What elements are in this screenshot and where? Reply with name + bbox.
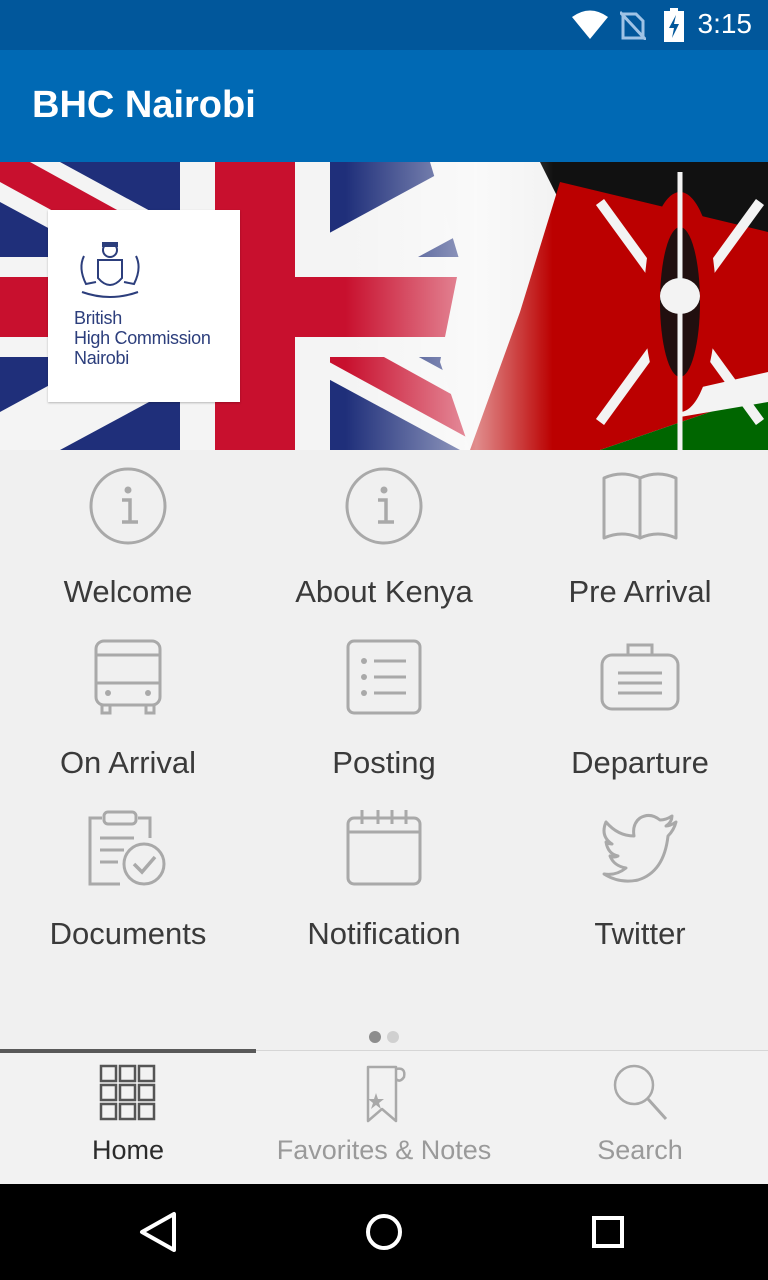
tile-twitter[interactable]: Twitter	[512, 792, 768, 963]
system-navigation-bar	[0, 1184, 768, 1280]
info-icon	[345, 467, 423, 545]
nav-search[interactable]: Search	[512, 1051, 768, 1185]
app-title: BHC Nairobi	[32, 84, 256, 126]
home-circle-icon[interactable]	[360, 1208, 408, 1256]
tile-label: Twitter	[594, 916, 686, 951]
page-indicator	[0, 1028, 768, 1043]
clock: 3:15	[697, 8, 753, 39]
status-bar: 3:15	[0, 0, 768, 50]
tile-on-arrival[interactable]: On Arrival	[0, 621, 256, 792]
twitter-icon	[602, 813, 678, 883]
tile-label: Posting	[332, 745, 436, 780]
bus-icon	[94, 639, 162, 715]
nav-favorites-notes[interactable]: Favorites & Notes	[256, 1051, 512, 1185]
nav-label: Home	[91, 1135, 165, 1165]
calendar-icon	[346, 810, 422, 886]
no-sim-icon	[620, 10, 646, 40]
tile-documents[interactable]: Documents	[0, 792, 256, 963]
page-dot-active[interactable]	[369, 1031, 381, 1043]
search-icon	[613, 1064, 668, 1121]
tile-label: Pre Arrival	[568, 574, 712, 609]
list-icon	[346, 639, 422, 715]
page-dot[interactable]	[387, 1031, 399, 1043]
bhc-logo-text: British High Commission Nairobi	[74, 308, 211, 368]
tile-notification[interactable]: Notification	[256, 792, 512, 963]
tile-posting[interactable]: Posting	[256, 621, 512, 792]
bhc-logo-card: British High Commission Nairobi	[48, 210, 240, 402]
tile-label: On Arrival	[59, 745, 197, 780]
nav-label: Favorites & Notes	[276, 1135, 492, 1165]
tile-label: Notification	[307, 916, 461, 951]
tile-departure[interactable]: Departure	[512, 621, 768, 792]
flags-banner: British High Commission Nairobi	[0, 162, 768, 450]
back-icon[interactable]	[136, 1208, 184, 1256]
briefcase-icon	[600, 643, 680, 711]
bookmark-star-icon	[366, 1065, 406, 1123]
info-icon	[89, 467, 167, 545]
tile-label: Documents	[49, 916, 207, 951]
tile-label: Welcome	[63, 574, 193, 609]
app-bar: BHC Nairobi	[0, 50, 768, 162]
battery-charging-icon	[664, 8, 684, 42]
book-icon	[602, 472, 678, 540]
clipboard-check-icon	[88, 810, 166, 886]
tile-pre-arrival[interactable]: Pre Arrival	[512, 450, 768, 621]
tile-welcome[interactable]: Welcome	[0, 450, 256, 621]
nav-label: Search	[597, 1135, 683, 1165]
tile-about-kenya[interactable]: About Kenya	[256, 450, 512, 621]
recents-square-icon[interactable]	[584, 1208, 632, 1256]
section-grid: Welcome About Kenya Pre Arrival On Arriv…	[0, 450, 768, 1050]
royal-coat-of-arms-icon	[80, 242, 140, 298]
tile-label: About Kenya	[295, 574, 473, 609]
grid-icon	[99, 1064, 156, 1121]
nav-home[interactable]: Home	[0, 1051, 256, 1185]
tile-label: Departure	[571, 745, 709, 780]
wifi-icon	[572, 10, 608, 39]
bottom-navigation: Home Favorites & Notes Search	[0, 1049, 768, 1185]
